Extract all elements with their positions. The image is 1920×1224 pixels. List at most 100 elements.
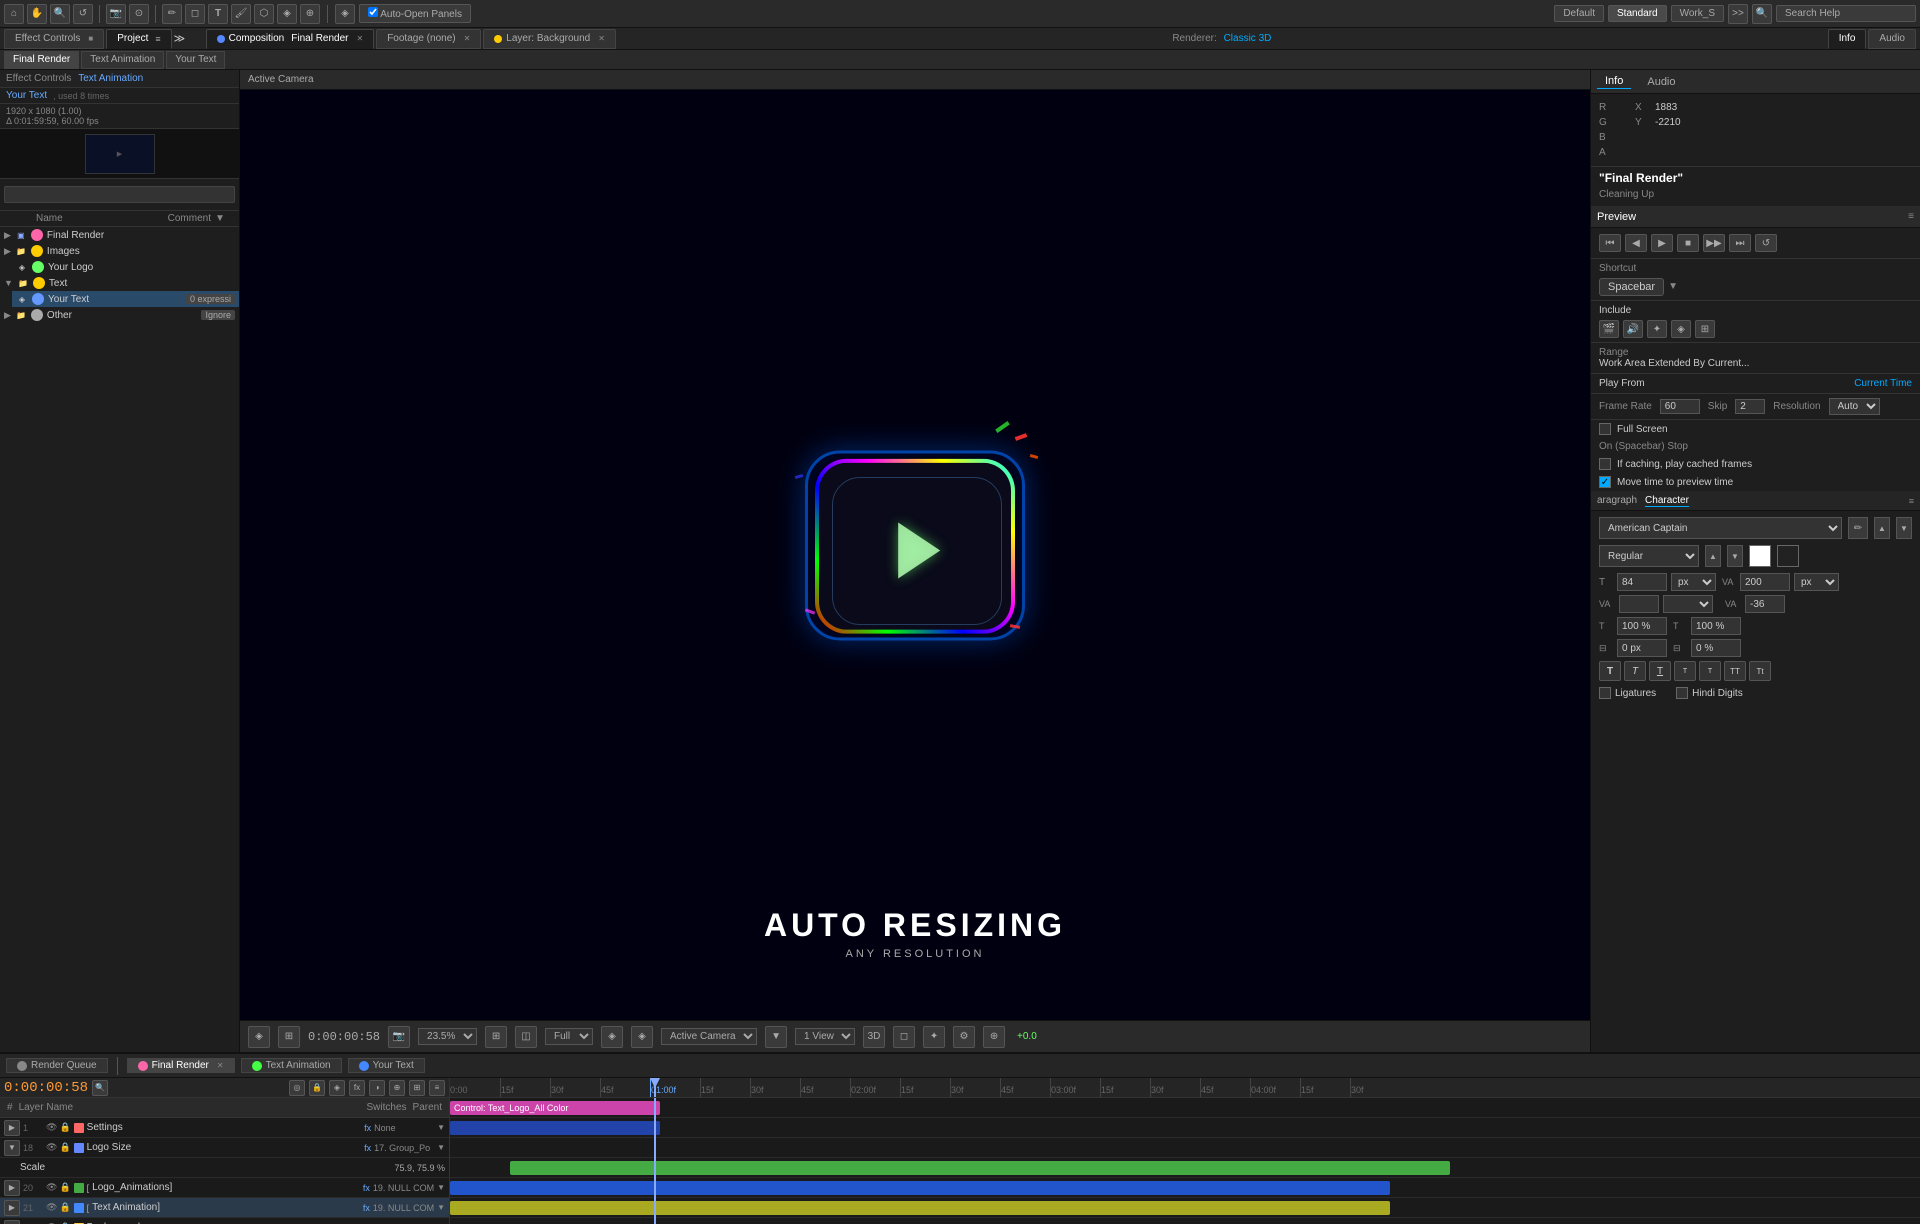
star-btn[interactable]: ✦ <box>923 1026 945 1048</box>
caching-checkbox[interactable] <box>1599 458 1611 470</box>
size-input[interactable] <box>1617 573 1667 591</box>
hindi-digits-checkbox[interactable] <box>1676 687 1688 699</box>
skip-input[interactable] <box>1735 399 1765 414</box>
brush-btn[interactable]: 🖌 <box>231 4 251 24</box>
default-workspace-btn[interactable]: Default <box>1554 5 1604 22</box>
camera-btn[interactable]: 📷 <box>106 4 126 24</box>
rotate-btn[interactable]: ↺ <box>73 4 93 24</box>
l18-switch2[interactable]: 🔒 <box>59 1142 70 1153</box>
fr-tab-close[interactable]: ✕ <box>217 1061 224 1070</box>
l18-dropdown[interactable]: ▼ <box>437 1143 445 1152</box>
fill-color-swatch[interactable] <box>1749 545 1771 567</box>
include-guides-btn[interactable]: ⊞ <box>1695 320 1715 338</box>
size-unit[interactable]: px <box>1671 573 1716 591</box>
layer-row-18[interactable]: ▼ 18 👁 🔒 Logo Size fx 17. Group_Po ▼ <box>0 1138 449 1158</box>
character-tab[interactable]: Character <box>1645 495 1689 507</box>
track-bar-4[interactable] <box>510 1161 1450 1175</box>
layer-row-21[interactable]: ▶ 21 👁 🔒 [ Text Animation] fx 19. NULL C… <box>0 1198 449 1218</box>
hscale-input[interactable] <box>1617 617 1667 635</box>
baseline-input[interactable] <box>1745 595 1785 613</box>
header-sort[interactable]: ▼ <box>215 213 235 224</box>
eraser-btn[interactable]: ◈ <box>277 4 297 24</box>
list-item-other[interactable]: ▶ 📁 Other Ignore <box>0 307 239 323</box>
auto-open-checkbox[interactable] <box>368 7 378 17</box>
fit-btn[interactable]: ⊞ <box>485 1026 507 1048</box>
sub-tab-your-text[interactable]: Your Text <box>166 51 225 69</box>
list-item-final-render[interactable]: ▶ ▣ Final Render <box>0 227 239 243</box>
l18-expand[interactable]: ▼ <box>4 1140 20 1156</box>
layer-row-20[interactable]: ▶ 20 👁 🔒 [ Logo_Animations] fx 19. NULL … <box>0 1178 449 1198</box>
style-dropdown[interactable]: Regular <box>1599 545 1699 567</box>
camera-select[interactable]: Active Camera <box>661 1028 757 1045</box>
expand-workspace-btn[interactable]: >> <box>1728 4 1748 24</box>
l20-expand[interactable]: ▶ <box>4 1180 20 1196</box>
subscript-btn[interactable]: T <box>1699 661 1721 681</box>
font-up-btn[interactable]: ▲ <box>1874 517 1890 539</box>
audio-tab[interactable]: Audio <box>1639 75 1683 89</box>
stop-btn[interactable]: ■ <box>1677 234 1699 252</box>
tracking-unit[interactable]: px <box>1794 573 1839 591</box>
caps-btn[interactable]: TT <box>1724 661 1746 681</box>
final-render-tab[interactable]: Final Render ✕ <box>127 1058 235 1073</box>
char-options[interactable]: ≡ <box>1909 496 1914 506</box>
tab-project[interactable]: Project ≡ <box>106 29 171 49</box>
l20-dropdown[interactable]: ▼ <box>437 1183 445 1192</box>
toggle-alpha-btn[interactable]: ◈ <box>248 1026 270 1048</box>
hand-btn[interactable]: ✋ <box>27 4 47 24</box>
layer-tab-close[interactable]: ✕ <box>598 34 605 43</box>
loop-btn[interactable]: ↺ <box>1755 234 1777 252</box>
fullscreen-checkbox[interactable] <box>1599 423 1611 435</box>
play-btn[interactable]: ▶ <box>1651 234 1673 252</box>
bold-btn[interactable]: T <box>1599 661 1621 681</box>
l21-dropdown[interactable]: ▼ <box>437 1203 445 1212</box>
motion-btn[interactable]: ◑ <box>369 1080 385 1096</box>
pen-btn[interactable]: ✏ <box>162 4 182 24</box>
standard-workspace-btn[interactable]: Standard <box>1608 5 1667 22</box>
font-edit-btn[interactable]: ✏ <box>1848 517 1868 539</box>
quality-select[interactable]: Full Half <box>545 1028 593 1045</box>
track-bar-5[interactable] <box>450 1181 1390 1195</box>
paragraph-tab[interactable]: aragraph <box>1597 495 1637 506</box>
tab-info[interactable]: Info <box>1828 29 1867 49</box>
tab-layer[interactable]: Layer: Background ✕ <box>483 29 616 49</box>
next-frame-btn[interactable]: ▶▶ <box>1703 234 1725 252</box>
orbit-btn[interactable]: ⊙ <box>129 4 149 24</box>
project-search-input[interactable] <box>4 186 235 203</box>
footage-tab-close[interactable]: ✕ <box>464 34 471 43</box>
hide-btn[interactable]: ◈ <box>329 1080 345 1096</box>
style-down-btn[interactable]: ▼ <box>1727 545 1743 567</box>
stroke-color-swatch[interactable] <box>1777 545 1799 567</box>
l1-switch2[interactable]: 🔒 <box>59 1122 70 1133</box>
ligatures-checkbox[interactable] <box>1599 687 1611 699</box>
your-text-tab[interactable]: Your Text <box>348 1058 425 1073</box>
comp-btn[interactable]: ⊞ <box>409 1080 425 1096</box>
resolution-select[interactable]: Auto Full Half <box>1829 398 1880 415</box>
tab-audio[interactable]: Audio <box>1868 29 1916 49</box>
l30-expand[interactable]: ▶ <box>4 1220 20 1224</box>
l21-expand[interactable]: ▶ <box>4 1200 20 1216</box>
solo-btn[interactable]: ◎ <box>289 1080 305 1096</box>
l1-switch1[interactable]: 👁 <box>46 1122 57 1133</box>
tracking-input[interactable] <box>1740 573 1790 591</box>
superscript-btn[interactable]: T <box>1674 661 1696 681</box>
list-item-images[interactable]: ▶ 📁 Images <box>0 243 239 259</box>
fx-btn[interactable]: fx <box>349 1080 365 1096</box>
search-tl-btn[interactable]: 🔍 <box>92 1080 108 1096</box>
text-anim-tab[interactable]: Text Animation <box>241 1058 342 1073</box>
style-up-btn[interactable]: ▲ <box>1705 545 1721 567</box>
tab-composition[interactable]: Composition Final Render ✕ <box>206 29 375 49</box>
tab-footage[interactable]: Footage (none) ✕ <box>376 29 481 49</box>
list-item-your-logo[interactable]: ◈ Your Logo <box>12 259 239 275</box>
font-down-btn[interactable]: ▼ <box>1896 517 1912 539</box>
include-audio-btn[interactable]: 🔊 <box>1623 320 1643 338</box>
view-select[interactable]: 1 View <box>795 1028 855 1045</box>
text-btn[interactable]: T <box>208 4 228 24</box>
font-dropdown[interactable]: American Captain <box>1599 517 1842 539</box>
l1-expand[interactable]: ▶ <box>4 1120 20 1136</box>
move-time-checkbox[interactable]: ✓ <box>1599 476 1611 488</box>
lock-btn[interactable]: 🔒 <box>309 1080 325 1096</box>
kerning-select[interactable] <box>1663 595 1713 613</box>
shape-btn[interactable]: ◻ <box>185 4 205 24</box>
l1-dropdown[interactable]: ▼ <box>437 1123 445 1132</box>
frame-rate-input[interactable] <box>1660 399 1700 414</box>
